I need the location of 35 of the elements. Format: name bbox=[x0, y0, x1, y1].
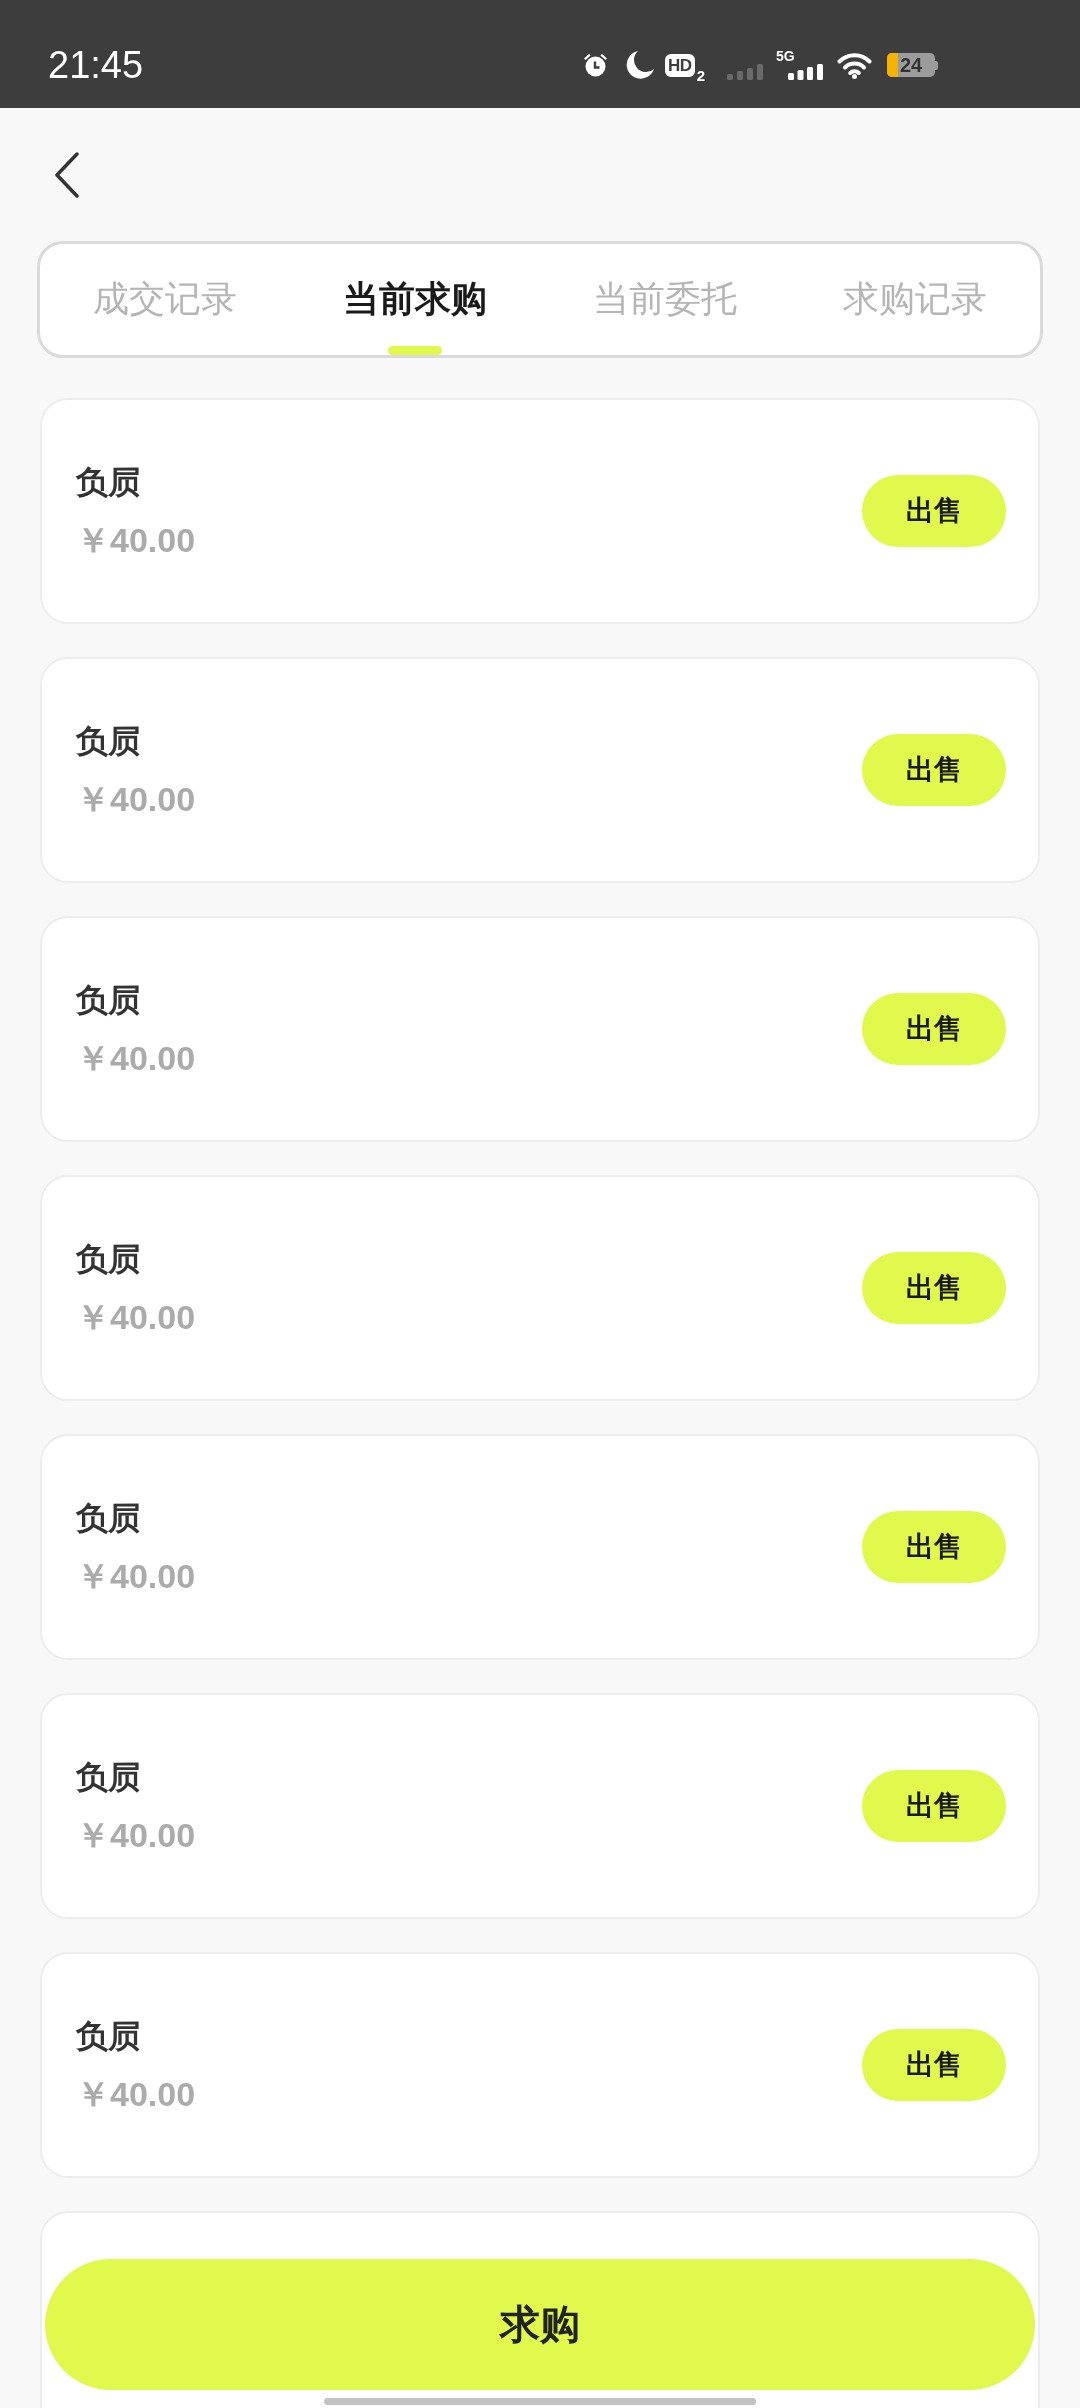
hd-subscript: 2 bbox=[696, 68, 705, 83]
sell-button[interactable]: 出售 bbox=[862, 1511, 1006, 1583]
clock-time: 21:45 bbox=[48, 43, 144, 87]
tab[interactable]: 当前求购 bbox=[290, 244, 540, 355]
price-text: ￥40.00 bbox=[76, 519, 196, 561]
wifi-icon bbox=[837, 51, 872, 79]
signal-bars-icon bbox=[727, 64, 763, 80]
sell-button[interactable]: 出售 bbox=[862, 993, 1006, 1065]
price-text: ￥40.00 bbox=[76, 1296, 196, 1338]
price-text: ￥40.00 bbox=[76, 1555, 196, 1597]
sell-button[interactable]: 出售 bbox=[862, 734, 1006, 806]
product-name: 负屃 bbox=[76, 1497, 141, 1538]
network-type-label: 5G bbox=[776, 50, 795, 63]
signal-bars-icon bbox=[788, 64, 823, 80]
buy-request-button[interactable]: 求购 bbox=[45, 2259, 1035, 2390]
product-name: 负屃 bbox=[76, 2015, 141, 2056]
product-name: 负屃 bbox=[76, 461, 141, 502]
back-icon[interactable] bbox=[54, 151, 80, 198]
price-text: ￥40.00 bbox=[76, 2073, 196, 2115]
moon-icon bbox=[625, 50, 656, 80]
product-name: 负屃 bbox=[76, 720, 141, 761]
tab-indicator bbox=[388, 346, 442, 355]
price-text: ￥40.00 bbox=[76, 778, 196, 820]
hd-badge: HD bbox=[665, 53, 695, 77]
product-name: 负屃 bbox=[76, 1238, 141, 1279]
sell-button[interactable]: 出售 bbox=[862, 1252, 1006, 1324]
price-text: ￥40.00 bbox=[76, 1037, 196, 1079]
price-text: ￥40.00 bbox=[76, 1814, 196, 1856]
alarm-clock-icon bbox=[583, 53, 609, 77]
product-name: 负屃 bbox=[76, 1756, 141, 1797]
product-name: 负屃 bbox=[76, 979, 141, 1020]
sell-button[interactable]: 出售 bbox=[862, 2029, 1006, 2101]
sell-button[interactable]: 出售 bbox=[862, 1770, 1006, 1842]
sell-button[interactable]: 出售 bbox=[862, 475, 1006, 547]
battery-indicator: 24 bbox=[887, 53, 938, 77]
